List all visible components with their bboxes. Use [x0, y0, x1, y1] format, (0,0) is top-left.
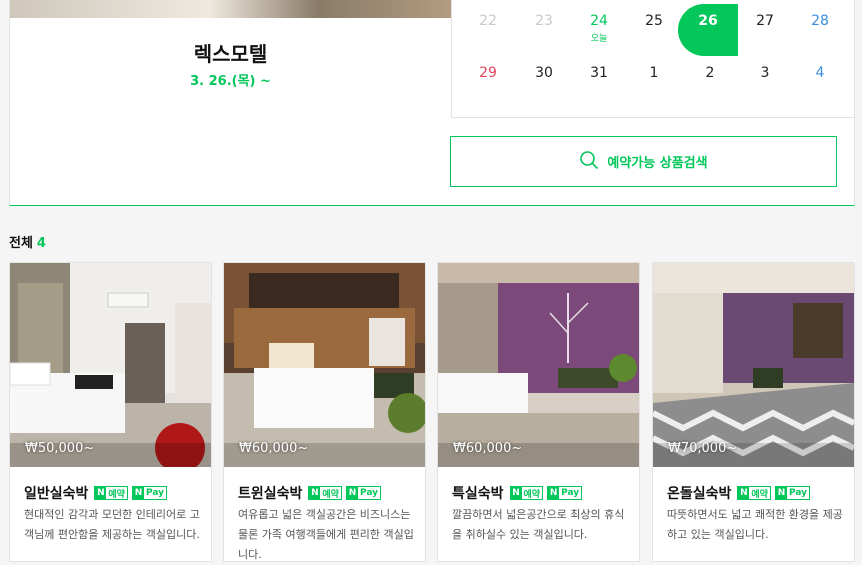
calendar-day[interactable]: 27: [737, 4, 793, 56]
room-price: ₩60,000~: [239, 441, 309, 456]
calendar-day-selected[interactable]: 26: [678, 4, 738, 56]
room-description: 따뜻하면서도 넓고 쾌적한 환경을 제공하고 있는 객실입니다.: [667, 508, 843, 541]
room-price: ₩50,000~: [25, 441, 95, 456]
search-button-label: 예약가능 상품검색: [607, 156, 708, 171]
calendar: 22 23 24 오늘 25 26 27 28 29 30 31 1 2 3 4: [451, 0, 855, 118]
naver-n-icon: N: [95, 487, 107, 499]
reserve-badge: N 예약: [509, 486, 544, 500]
room-photo: [224, 263, 425, 467]
calendar-day[interactable]: 28: [792, 4, 848, 56]
list-label: 전체: [9, 236, 33, 251]
naver-n-icon: N: [346, 487, 358, 499]
list-count-header: 전체 4: [9, 232, 46, 251]
room-description: 깔끔하면서 넓은공간으로 최상의 휴식을 취하실수 있는 객실입니다.: [452, 508, 625, 541]
room-name: 온돌실숙박: [667, 486, 732, 502]
room-photo: [438, 263, 639, 467]
room-price: ₩60,000~: [453, 441, 523, 456]
room-title: 일반실숙박 N 예약 N Pay: [24, 483, 167, 503]
naver-pay-badge: N Pay: [774, 486, 810, 500]
naver-n-icon: N: [738, 487, 750, 499]
calendar-day[interactable]: 23: [516, 4, 572, 56]
room-photo: [10, 263, 211, 467]
selected-date: 3. 26.(목) ~: [190, 74, 271, 89]
room-photo: [653, 263, 854, 467]
calendar-day[interactable]: 31: [571, 56, 627, 108]
search-icon: [579, 150, 599, 174]
calendar-day[interactable]: 30: [516, 56, 572, 108]
today-label: 오늘: [590, 34, 608, 44]
room-card[interactable]: ₩70,000~ 온돌실숙박 N 예약 N Pay 따뜻하면서도 넓고 쾌적한 환경…: [652, 262, 855, 562]
calendar-day[interactable]: 25: [626, 4, 682, 56]
room-card[interactable]: ₩60,000~ 특실숙박 N 예약 N Pay 깔끔하면서 넓은공간으로 최상의 …: [437, 262, 640, 562]
naver-pay-badge: N Pay: [345, 486, 381, 500]
search-available-button[interactable]: 예약가능 상품검색: [450, 136, 837, 187]
room-title: 특실숙박 N 예약 N Pay: [452, 483, 583, 503]
naver-pay-badge: N Pay: [131, 486, 167, 500]
reserve-badge: N 예약: [308, 486, 342, 500]
naver-n-icon: N: [548, 487, 560, 499]
reserve-badge: N 예약: [737, 486, 771, 500]
list-count: 4: [36, 236, 46, 251]
reserve-badge: N 예약: [94, 486, 128, 500]
room-title: 온돌실숙박 N 예약 N Pay: [667, 483, 810, 503]
room-description: 여유롭고 넓은 객실공간은 비즈니스는 물론 가족 여행객들에게 편리한 객실입…: [238, 508, 414, 561]
room-price: ₩70,000~: [668, 441, 738, 456]
room-description: 현대적인 감각과 모던한 인테리어로 고객님께 편안함을 제공하는 객실입니다.: [24, 508, 200, 541]
calendar-week-2: 29 30 31 1 2 3 4: [452, 56, 856, 108]
naver-pay-badge: N Pay: [547, 486, 583, 500]
naver-n-icon: N: [309, 487, 321, 499]
calendar-day[interactable]: 22: [460, 4, 516, 56]
calendar-day[interactable]: 3: [737, 56, 793, 108]
calendar-day[interactable]: 4: [792, 56, 848, 108]
naver-n-icon: N: [510, 487, 522, 499]
room-card[interactable]: ₩50,000~ 일반실숙박 N 예약 N Pay 현대적인 감각과 모던한 인테리…: [9, 262, 212, 562]
hotel-name: 렉스모텔: [193, 42, 268, 66]
calendar-day[interactable]: 2: [682, 56, 738, 108]
calendar-week-1: 22 23 24 오늘 25 26 27 28: [452, 4, 856, 56]
room-name: 트윈실숙박: [238, 486, 303, 502]
room-title: 트윈실숙박 N 예약 N Pay: [238, 483, 381, 503]
room-card[interactable]: ₩60,000~ 트윈실숙박 N 예약 N Pay 여유롭고 넓은 객실공간은 비즈…: [223, 262, 426, 562]
room-name: 일반실숙박: [24, 486, 89, 502]
naver-n-icon: N: [775, 487, 787, 499]
hotel-photo: [10, 0, 451, 18]
naver-n-icon: N: [132, 487, 144, 499]
room-name: 특실숙박: [452, 486, 504, 502]
calendar-day-today[interactable]: 24 오늘: [571, 4, 627, 56]
calendar-day[interactable]: 1: [626, 56, 682, 108]
calendar-day[interactable]: 29: [460, 56, 516, 108]
